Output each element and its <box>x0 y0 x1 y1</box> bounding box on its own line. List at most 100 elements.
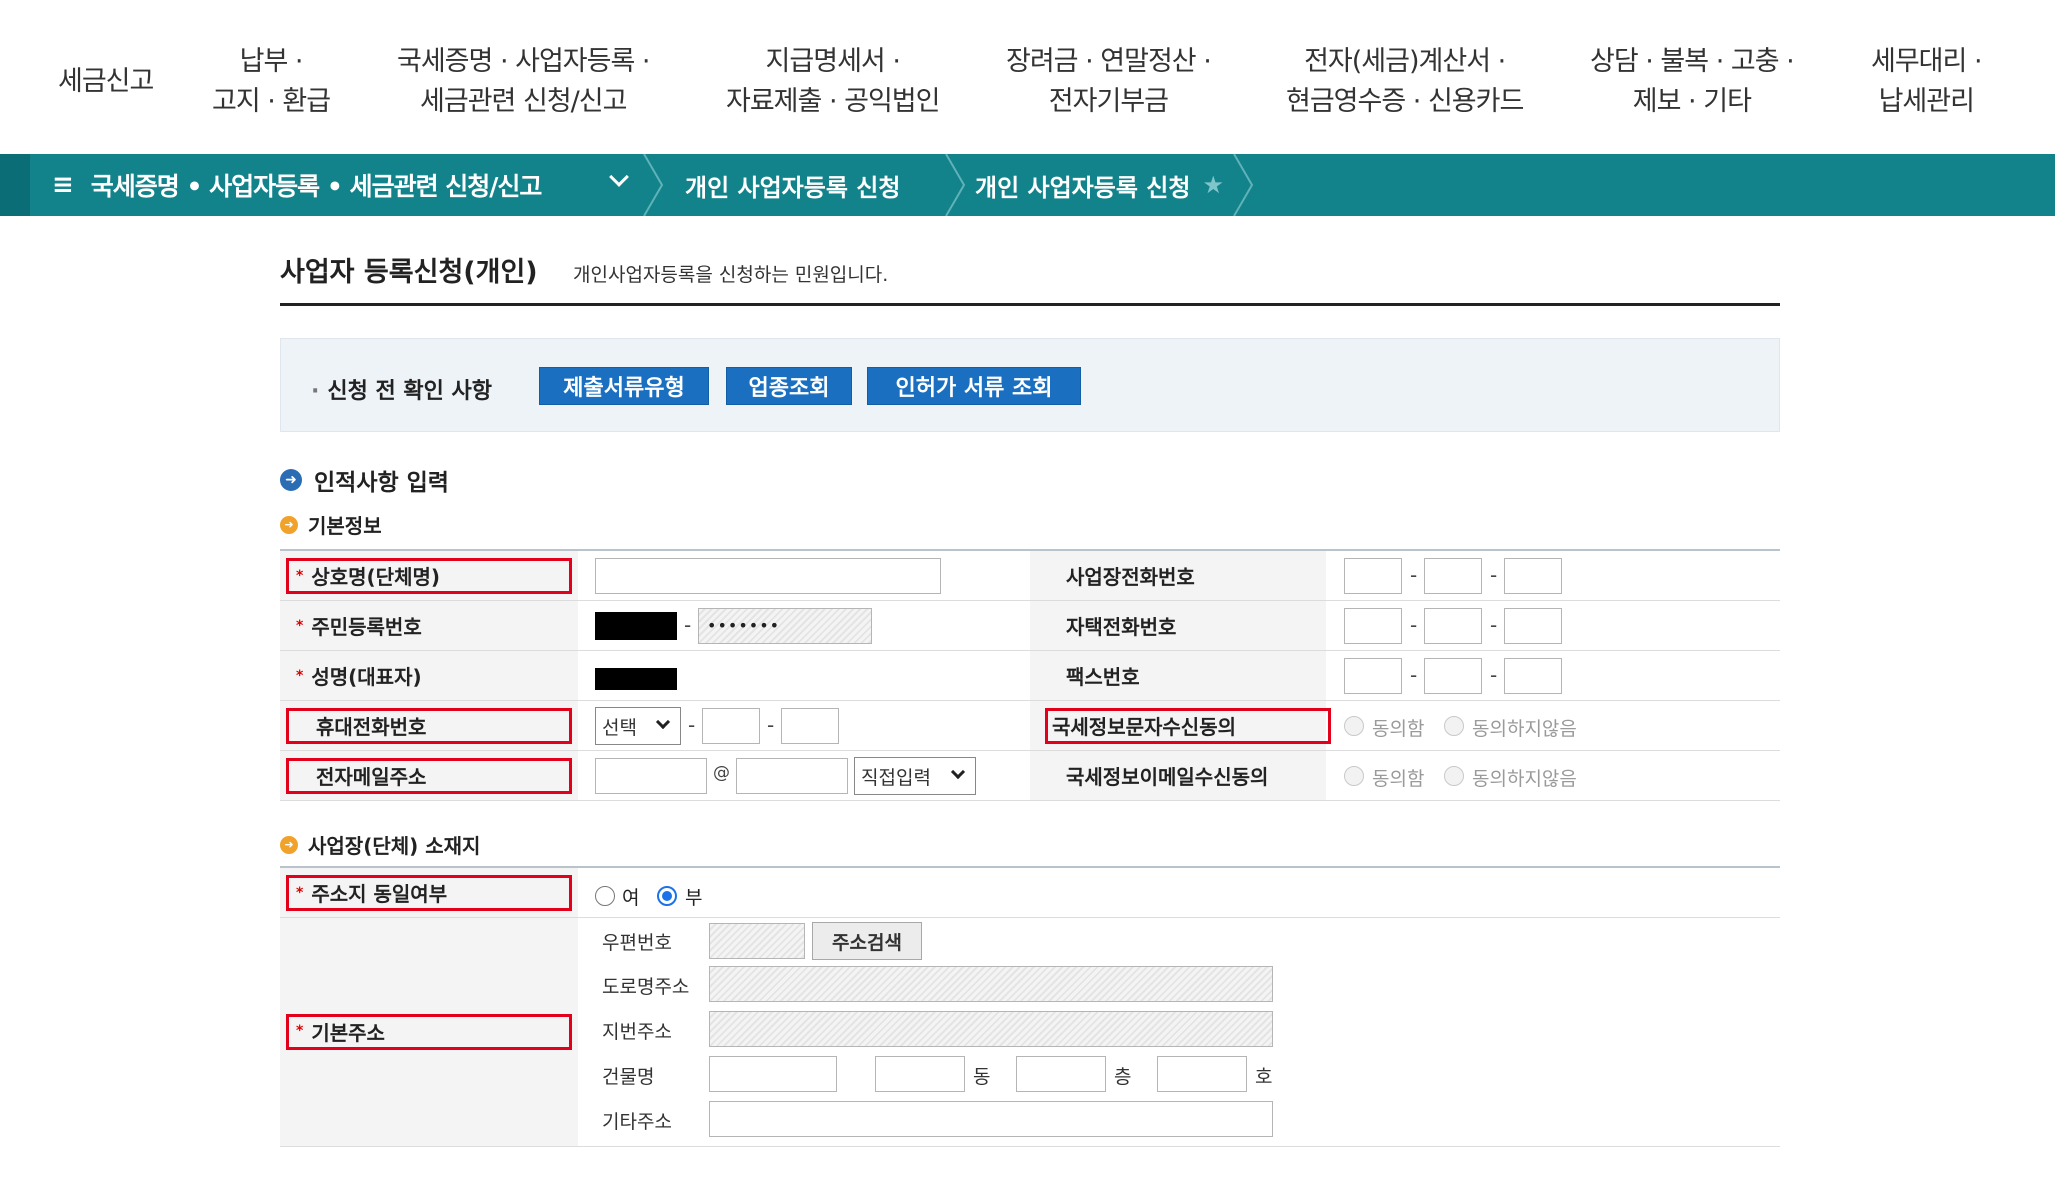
home-phone-part2-input[interactable] <box>1424 608 1482 644</box>
breadcrumb-item-1[interactable]: 개인 사업자등록 신청 <box>685 154 900 216</box>
dash: - <box>1410 613 1418 637</box>
fax-part3-input[interactable] <box>1504 658 1562 694</box>
same-address-yes-radio[interactable] <box>595 886 615 906</box>
dong-unit-label: 동 <box>973 1066 991 1088</box>
email-disagree-radio[interactable] <box>1444 766 1464 786</box>
label-text: 팩스번호 <box>1066 665 1140 689</box>
breadcrumb-item-2[interactable]: 개인 사업자등록 신청 ★ <box>975 154 1224 216</box>
dash: - <box>1490 613 1498 637</box>
biz-phone-part2-input[interactable] <box>1424 558 1482 594</box>
nav-label-line1: 국세증명 · 사업자등록 · <box>397 46 650 77</box>
at-sign: @ <box>713 763 730 783</box>
trade-name-input[interactable] <box>595 558 941 594</box>
nav-certificates[interactable]: 국세증명 · 사업자등록 · 세금관련 신청/신고 <box>397 42 650 122</box>
nav-label-line2: 현금영수증 · 신용카드 <box>1286 86 1524 117</box>
permit-docs-lookup-button[interactable]: 인허가 서류 조회 <box>867 367 1081 405</box>
nav-label-line2: 세금관련 신청/신고 <box>420 86 627 117</box>
mobile-part2-input[interactable] <box>702 708 760 744</box>
address-search-button[interactable]: 주소검색 <box>812 922 922 960</box>
email-domain-input[interactable] <box>736 758 848 794</box>
breadcrumb-menu-dropdown[interactable]: ≡ 국세증명 • 사업자등록 • 세금관련 신청/신고 <box>52 154 642 216</box>
precheck-label-text: 신청 전 확인 사항 <box>327 379 493 404</box>
radio-label: 동의함 <box>1372 768 1425 790</box>
arrow-circle-icon: ➜ <box>280 469 302 491</box>
field-label-home-phone: 자택전화번호 <box>1030 601 1326 650</box>
fax-part2-input[interactable] <box>1424 658 1482 694</box>
lot-address-input <box>709 1011 1273 1047</box>
radio-label: 부 <box>685 887 703 909</box>
nav-tax-agent[interactable]: 세무대리 · 납세관리 <box>1871 42 1983 122</box>
sms-disagree-radio[interactable] <box>1444 716 1464 736</box>
email-domain-select[interactable]: 직접입력 <box>854 757 976 795</box>
field-label-name: * 성명(대표자) <box>280 651 578 700</box>
nav-label-line1: 지급명세서 · <box>765 46 901 77</box>
representative-name-redacted <box>595 668 677 690</box>
dash: - <box>1490 663 1498 687</box>
breadcrumb-menu-label: 국세증명 • 사업자등록 • 세금관련 신청/신고 <box>90 172 543 201</box>
select-value: 선택 <box>602 716 637 739</box>
document-types-button[interactable]: 제출서류유형 <box>539 367 709 405</box>
postal-code-label: 우편번호 <box>602 932 672 954</box>
nav-label-line1: 세무대리 · <box>1871 46 1983 77</box>
sms-agree-radio[interactable] <box>1344 716 1364 736</box>
button-label: 제출서류유형 <box>563 376 685 401</box>
building-dong-input[interactable] <box>875 1056 965 1092</box>
nav-incentives[interactable]: 장려금 · 연말정산 · 전자기부금 <box>1006 42 1212 122</box>
nav-label: 세금신고 <box>58 66 154 97</box>
chevron-down-icon <box>655 714 671 730</box>
breadcrumb-separator-icon <box>1233 154 1254 216</box>
field-label-sms-consent: 국세정보문자수신동의 <box>1030 701 1326 750</box>
breadcrumb-separator-icon <box>945 154 966 216</box>
table-row: * 기본주소 우편번호 주소검색 도로명주소 지번주소 건물명 동 층 호 기타주… <box>280 918 1780 1147</box>
building-name-input[interactable] <box>709 1056 837 1092</box>
nav-payment[interactable]: 납부 · 고지 · 환급 <box>212 42 331 122</box>
nav-tax-filing[interactable]: 세금신고 <box>58 62 154 102</box>
button-label: 업종조회 <box>748 376 830 401</box>
mobile-part3-input[interactable] <box>781 708 839 744</box>
home-phone-part3-input[interactable] <box>1504 608 1562 644</box>
favorite-star-icon[interactable]: ★ <box>1202 171 1224 199</box>
table-row: 전자메일주소 @ 직접입력 국세정보이메일수신동의 동의함 동의하지않음 <box>280 751 1780 801</box>
nav-label-line1: 장려금 · 연말정산 · <box>1006 46 1212 77</box>
biz-phone-part1-input[interactable] <box>1344 558 1402 594</box>
biz-phone-part3-input[interactable] <box>1504 558 1562 594</box>
nav-label-line2: 납세관리 <box>1878 86 1975 117</box>
nav-consultation[interactable]: 상담 · 불복 · 고충 · 제보 · 기타 <box>1590 42 1795 122</box>
nav-label-line1: 상담 · 불복 · 고충 · <box>1590 46 1795 77</box>
resident-no-back-input[interactable]: ••••••• <box>698 608 872 644</box>
same-address-no-radio[interactable] <box>657 886 677 906</box>
email-agree-radio[interactable] <box>1344 766 1364 786</box>
label-text: 자택전화번호 <box>1066 615 1177 639</box>
nav-label-line2: 자료제출 · 공익법인 <box>726 86 940 117</box>
dash: - <box>1410 663 1418 687</box>
basic-info-table: * 상호명(단체명) 사업장전화번호 - - * 주민등록번호 - ••••••• … <box>280 549 1780 801</box>
mobile-prefix-select[interactable]: 선택 <box>595 707 681 745</box>
label-text: 상호명(단체명) <box>311 565 441 589</box>
breadcrumb-item-label: 개인 사업자등록 신청 <box>685 173 901 202</box>
email-id-input[interactable] <box>595 758 707 794</box>
building-floor-input[interactable] <box>1016 1056 1106 1092</box>
label-text: 주소지 동일여부 <box>311 882 448 906</box>
industry-lookup-button[interactable]: 업종조회 <box>726 367 852 405</box>
nav-invoices[interactable]: 전자(세금)계산서 · 현금영수증 · 신용카드 <box>1286 42 1524 122</box>
label-text: 국세정보문자수신동의 <box>1052 715 1236 739</box>
label-text: 사업장전화번호 <box>1066 565 1195 589</box>
dash: - <box>684 613 692 637</box>
masked-value: ••••••• <box>707 616 781 635</box>
field-label-resident-no: * 주민등록번호 <box>280 601 578 650</box>
section-basic-info: ➜ 기본정보 <box>280 510 382 539</box>
nav-label-line2: 고지 · 환급 <box>212 86 331 117</box>
required-mark: * <box>296 884 304 901</box>
building-ho-input[interactable] <box>1157 1056 1247 1092</box>
required-mark: * <box>296 1023 304 1039</box>
fax-part1-input[interactable] <box>1344 658 1402 694</box>
other-address-input[interactable] <box>709 1101 1273 1137</box>
breadcrumb-separator-icon <box>643 154 664 216</box>
radio-label: 동의하지않음 <box>1472 718 1577 740</box>
top-navigation: 세금신고 납부 · 고지 · 환급 국세증명 · 사업자등록 · 세금관련 신청… <box>0 0 2055 154</box>
nav-statements[interactable]: 지급명세서 · 자료제출 · 공익법인 <box>726 42 940 122</box>
breadcrumb-edge <box>0 154 30 216</box>
table-row: * 성명(대표자) 팩스번호 - - <box>280 651 1780 701</box>
home-phone-part1-input[interactable] <box>1344 608 1402 644</box>
label-text: 국세정보이메일수신동의 <box>1066 765 1269 789</box>
